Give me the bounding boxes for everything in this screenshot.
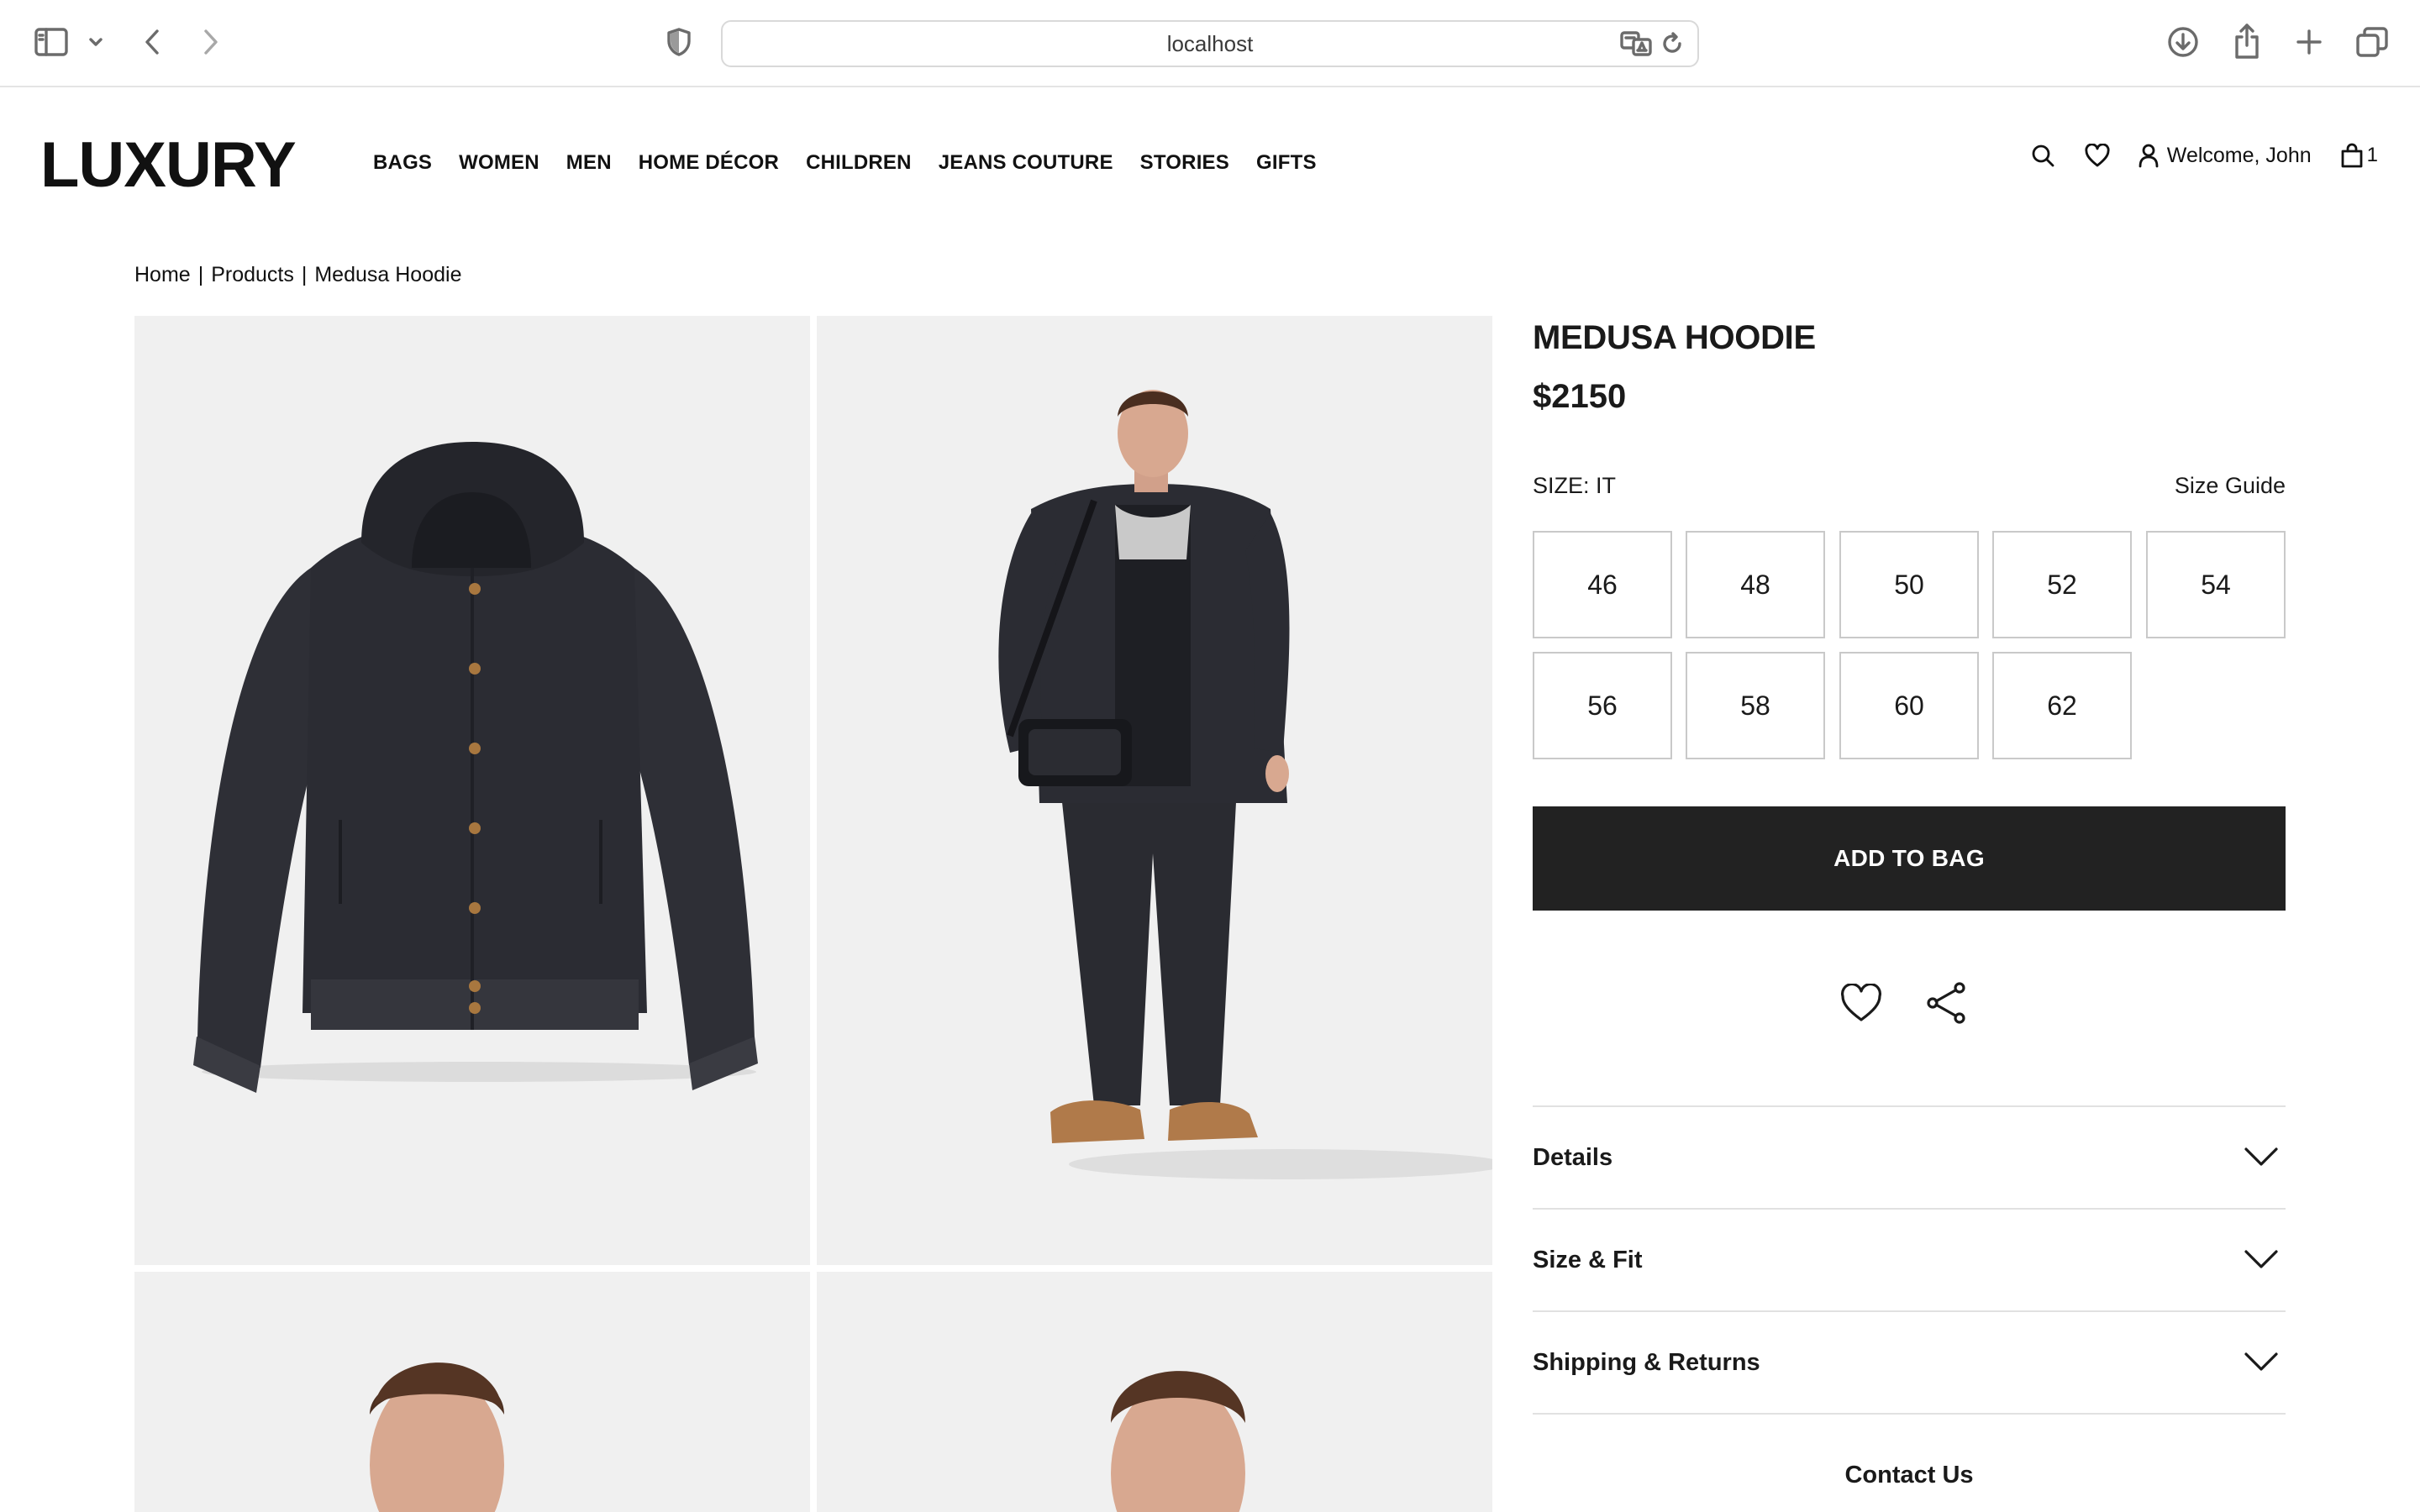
contact-us-link[interactable]: Contact Us — [1533, 1462, 2286, 1489]
accordion-details[interactable]: Details — [1533, 1105, 2286, 1208]
address-bar[interactable]: localhost — [721, 20, 1699, 67]
back-arrow-icon[interactable] — [139, 25, 165, 59]
product-image-model[interactable] — [817, 316, 1492, 1265]
account-link[interactable]: Welcome, John — [2139, 143, 2312, 168]
main-nav: BAGS WOMEN MEN HOME DÉCOR CHILDREN JEANS… — [373, 151, 1344, 175]
welcome-text: Welcome, John — [2166, 143, 2312, 167]
accordion-label: Details — [1533, 1143, 1613, 1171]
reload-icon[interactable] — [1660, 32, 1686, 57]
shopping-bag-link[interactable]: 1 — [2340, 143, 2378, 168]
chevron-down-icon — [2244, 1250, 2278, 1268]
size-option-48[interactable]: 48 — [1686, 531, 1825, 638]
product-image-detail-front[interactable] — [134, 1272, 810, 1512]
nav-item-jeans-couture[interactable]: JEANS COUTURE — [939, 151, 1113, 175]
user-icon — [2139, 144, 2159, 168]
share-icon[interactable] — [1926, 981, 1968, 1029]
wishlist-heart-icon[interactable] — [2085, 144, 2110, 167]
nav-item-home-decor[interactable]: HOME DÉCOR — [639, 151, 779, 175]
size-option-58[interactable]: 58 — [1686, 652, 1825, 759]
product-image-detail-side[interactable] — [817, 1272, 1492, 1512]
product-title: MEDUSA HOODIE — [1533, 319, 1816, 356]
add-to-bag-button[interactable]: ADD TO BAG — [1533, 806, 2286, 911]
breadcrumb-current: Medusa Hoodie — [314, 263, 462, 286]
search-icon[interactable] — [2031, 144, 2054, 167]
bag-count: 1 — [2366, 144, 2378, 166]
nav-item-stories[interactable]: STORIES — [1140, 151, 1229, 175]
site-header: LUXURY BAGS WOMEN MEN HOME DÉCOR CHILDRE… — [0, 87, 2420, 239]
accordion-label: Size & Fit — [1533, 1246, 1643, 1273]
translate-icon[interactable] — [1620, 30, 1652, 59]
nav-item-men[interactable]: MEN — [566, 151, 612, 175]
add-to-wishlist-heart-icon[interactable] — [1840, 983, 1882, 1026]
browser-toolbar: localhost — [0, 0, 2420, 87]
chevron-down-icon — [2244, 1352, 2278, 1371]
product-price: $2150 — [1533, 378, 1627, 415]
downloads-icon[interactable] — [2166, 25, 2200, 59]
share-icon[interactable] — [2232, 22, 2262, 60]
breadcrumb-separator: | — [197, 263, 204, 286]
accordion-size-fit[interactable]: Size & Fit — [1533, 1208, 2286, 1310]
size-option-52[interactable]: 52 — [1992, 531, 2132, 638]
nav-item-bags[interactable]: BAGS — [373, 151, 432, 175]
chevron-down-icon[interactable] — [86, 32, 106, 52]
size-option-46[interactable]: 46 — [1533, 531, 1672, 638]
size-label: SIZE: IT — [1533, 473, 1617, 498]
sidebar-toggle-icon[interactable] — [32, 25, 71, 59]
site-logo[interactable]: LUXURY — [40, 128, 297, 203]
size-option-54[interactable]: 54 — [2146, 531, 2286, 638]
product-actions — [1840, 981, 1968, 1029]
size-option-56[interactable]: 56 — [1533, 652, 1672, 759]
size-option-62[interactable]: 62 — [1992, 652, 2132, 759]
breadcrumb: Home | Products | Medusa Hoodie — [134, 263, 461, 287]
shopping-bag-icon — [2341, 143, 2363, 168]
forward-arrow-icon[interactable] — [198, 25, 224, 59]
nav-item-children[interactable]: CHILDREN — [806, 151, 912, 175]
breadcrumb-separator: | — [301, 263, 308, 286]
accordion-divider — [1533, 1413, 2286, 1415]
accordion-label: Shipping & Returns — [1533, 1348, 1760, 1376]
privacy-shield-icon[interactable] — [664, 25, 694, 59]
url-text: localhost — [1166, 30, 1254, 56]
size-guide-link[interactable]: Size Guide — [2175, 473, 2286, 499]
size-option-50[interactable]: 50 — [1839, 531, 1979, 638]
chevron-down-icon — [2244, 1147, 2278, 1166]
accordion-shipping-returns[interactable]: Shipping & Returns — [1533, 1310, 2286, 1413]
breadcrumb-products[interactable]: Products — [211, 263, 294, 287]
tab-overview-icon[interactable] — [2354, 25, 2390, 59]
product-image-front[interactable] — [134, 316, 810, 1265]
breadcrumb-home[interactable]: Home — [134, 263, 191, 287]
size-option-60[interactable]: 60 — [1839, 652, 1979, 759]
nav-item-women[interactable]: WOMEN — [459, 151, 539, 175]
header-actions: Welcome, John 1 — [2031, 143, 2378, 168]
new-tab-icon[interactable] — [2292, 25, 2326, 59]
nav-item-gifts[interactable]: GIFTS — [1256, 151, 1317, 175]
